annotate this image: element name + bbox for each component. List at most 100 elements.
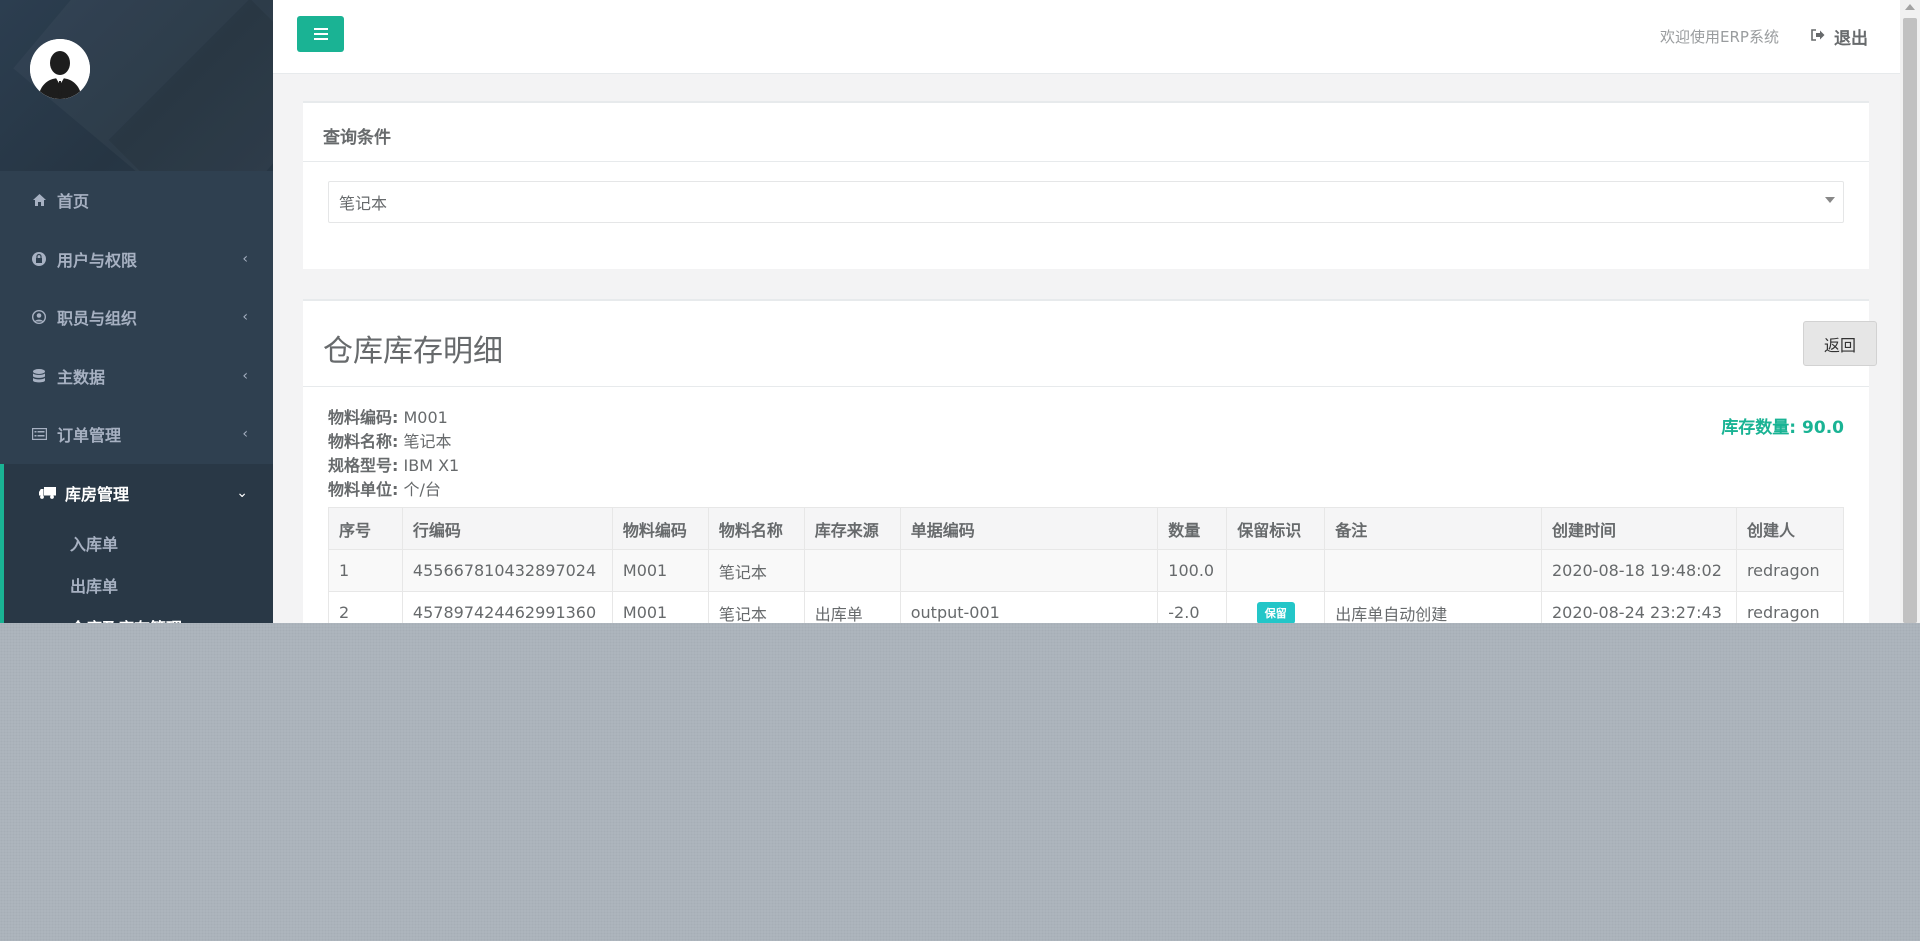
top-navbar: 欢迎使用ERP系统 退出 [273, 0, 1900, 74]
cell-qty: 100.0 [1157, 549, 1228, 592]
cell-material-code: M001 [611, 591, 709, 623]
app-viewport: 首页 用户与权限 ‹ 职员与组织 ‹ 主数据 ‹ 订单管理 ‹ 库房管理 ⌄ 入… [0, 0, 1920, 623]
cell-created: 2020-08-24 23:27:43 [1540, 591, 1737, 623]
empty-backdrop [0, 623, 1920, 941]
stock-quantity-label: 库存数量: [1721, 418, 1797, 438]
sidebar-subitem-inbound-orders[interactable]: 入库单 [4, 522, 273, 564]
bars-icon [313, 28, 328, 40]
cell-source: 出库单 [803, 591, 901, 623]
query-panel-title: 查询条件 [323, 128, 391, 148]
cell-line-code: 455667810432897024 [401, 549, 613, 592]
sidebar-header [0, 0, 273, 171]
unit-row: 物料单位: 个/台 [328, 478, 459, 502]
scrollbar-thumb[interactable] [1903, 18, 1917, 623]
sign-out-icon [1811, 28, 1825, 45]
cell-remark [1324, 549, 1542, 592]
sidebar-subitem-warehouse-inventory[interactable]: 仓库及库存管理 [4, 606, 273, 623]
chevron-left-icon: ‹ [242, 309, 248, 326]
unit-value: 个/台 [403, 480, 441, 499]
home-icon [30, 194, 48, 207]
stock-quantity: 库存数量: 90.0 [1721, 413, 1844, 438]
unit-label: 物料单位: [328, 480, 399, 499]
sidebar-item-warehouse-management[interactable]: 库房管理 ⌄ [0, 463, 273, 522]
material-name-label: 物料名称: [328, 432, 399, 451]
column-header[interactable]: 序号 [328, 507, 403, 550]
chevron-left-icon: ‹ [242, 367, 248, 384]
chevron-left-icon: ‹ [242, 426, 248, 443]
sidebar-item-label: 职员与组织 [57, 309, 138, 329]
spec-row: 规格型号: IBM X1 [328, 454, 459, 478]
welcome-message: 欢迎使用ERP系统 [1660, 28, 1779, 46]
cell-created: 2020-08-18 19:48:02 [1540, 549, 1737, 592]
cell-creator: redragon [1735, 549, 1845, 592]
truck-icon [38, 486, 56, 499]
sidebar-item-users-permissions[interactable]: 用户与权限 ‹ [0, 230, 273, 289]
stock-quantity-value: 90.0 [1802, 418, 1844, 438]
sidebar: 首页 用户与权限 ‹ 职员与组织 ‹ 主数据 ‹ 订单管理 ‹ 库房管理 ⌄ 入… [0, 0, 273, 623]
material-info: 物料编码: M001 物料名称: 笔记本 规格型号: IBM X1 物料单位: … [328, 406, 459, 502]
sidebar-item-master-data[interactable]: 主数据 ‹ [0, 347, 273, 406]
sidebar-item-label: 库房管理 [65, 484, 130, 504]
user-avatar[interactable] [30, 39, 90, 99]
chevron-down-icon: ⌄ [236, 484, 248, 501]
list-alt-icon [30, 428, 48, 441]
cell-material-name: 笔记本 [707, 591, 805, 623]
spec-label: 规格型号: [328, 456, 399, 475]
sidebar-item-home[interactable]: 首页 [0, 171, 273, 230]
lock-icon [30, 251, 48, 266]
sidebar-item-label: 首页 [57, 192, 90, 212]
database-icon [30, 368, 48, 383]
cell-doc-code [899, 549, 1159, 592]
main-content: 欢迎使用ERP系统 退出 查询条件 笔记本 仓库库存明细 返回 物料编码: M0… [273, 0, 1900, 623]
query-panel: 查询条件 笔记本 [303, 101, 1869, 269]
material-select-value: 笔记本 [339, 194, 388, 213]
cell-doc-code: output-001 [899, 591, 1159, 623]
column-header[interactable]: 库存来源 [803, 507, 901, 550]
material-select[interactable]: 笔记本 [328, 181, 1844, 223]
cell-material-name: 笔记本 [707, 549, 805, 592]
inventory-detail-panel: 仓库库存明细 返回 物料编码: M001 物料名称: 笔记本 规格型号: IBM… [303, 299, 1877, 623]
cell-material-code: M001 [611, 549, 709, 592]
cell-keep [1226, 549, 1326, 592]
caret-down-icon [1825, 197, 1835, 203]
column-header[interactable]: 物料名称 [707, 507, 805, 550]
cell-creator: redragon [1735, 591, 1845, 623]
column-header[interactable]: 行编码 [401, 507, 613, 550]
scroll-up-arrow-icon[interactable] [1905, 4, 1915, 10]
column-header[interactable]: 创建人 [1735, 507, 1845, 550]
sidebar-item-label: 用户与权限 [57, 250, 138, 270]
cell-no: 2 [328, 591, 403, 623]
menu-toggle-button[interactable] [297, 16, 344, 52]
user-circle-icon [30, 310, 48, 325]
logout-link[interactable]: 退出 [1811, 24, 1868, 49]
warehouse-submenu: 入库单 出库单 仓库及库存管理 [0, 522, 273, 623]
column-header[interactable]: 数量 [1157, 507, 1228, 550]
table-row[interactable]: 2 457897424462991360 M001 笔记本 出库单 output… [328, 591, 1845, 623]
cell-keep: 保留 [1226, 591, 1326, 623]
sidebar-item-label: 主数据 [57, 367, 106, 387]
sidebar-subitem-outbound-orders[interactable]: 出库单 [4, 564, 273, 606]
vertical-scrollbar[interactable] [1900, 0, 1920, 623]
sidebar-item-staff-organization[interactable]: 职员与组织 ‹ [0, 288, 273, 347]
column-header[interactable]: 保留标识 [1226, 507, 1326, 550]
cell-no: 1 [328, 549, 403, 592]
column-header[interactable]: 单据编码 [899, 507, 1159, 550]
logout-label: 退出 [1834, 29, 1868, 49]
back-button[interactable]: 返回 [1803, 321, 1877, 366]
sidebar-item-label: 订单管理 [57, 426, 122, 446]
material-name-row: 物料名称: 笔记本 [328, 430, 459, 454]
column-header[interactable]: 创建时间 [1540, 507, 1737, 550]
table-row[interactable]: 1 455667810432897024 M001 笔记本 100.0 2020… [328, 549, 1845, 592]
material-code-row: 物料编码: M001 [328, 406, 459, 430]
cell-qty: -2.0 [1157, 591, 1228, 623]
material-name-value: 笔记本 [403, 432, 452, 451]
sidebar-item-order-management[interactable]: 订单管理 ‹ [0, 405, 273, 464]
divider [303, 386, 1869, 387]
cell-source [803, 549, 901, 592]
cell-line-code: 457897424462991360 [401, 591, 613, 623]
column-header[interactable]: 备注 [1324, 507, 1542, 550]
column-header[interactable]: 物料编码 [611, 507, 709, 550]
material-code-label: 物料编码: [328, 408, 399, 427]
table-header-row: 序号 行编码 物料编码 物料名称 库存来源 单据编码 数量 保留标识 备注 创建… [328, 507, 1845, 550]
keep-badge: 保留 [1256, 601, 1295, 623]
